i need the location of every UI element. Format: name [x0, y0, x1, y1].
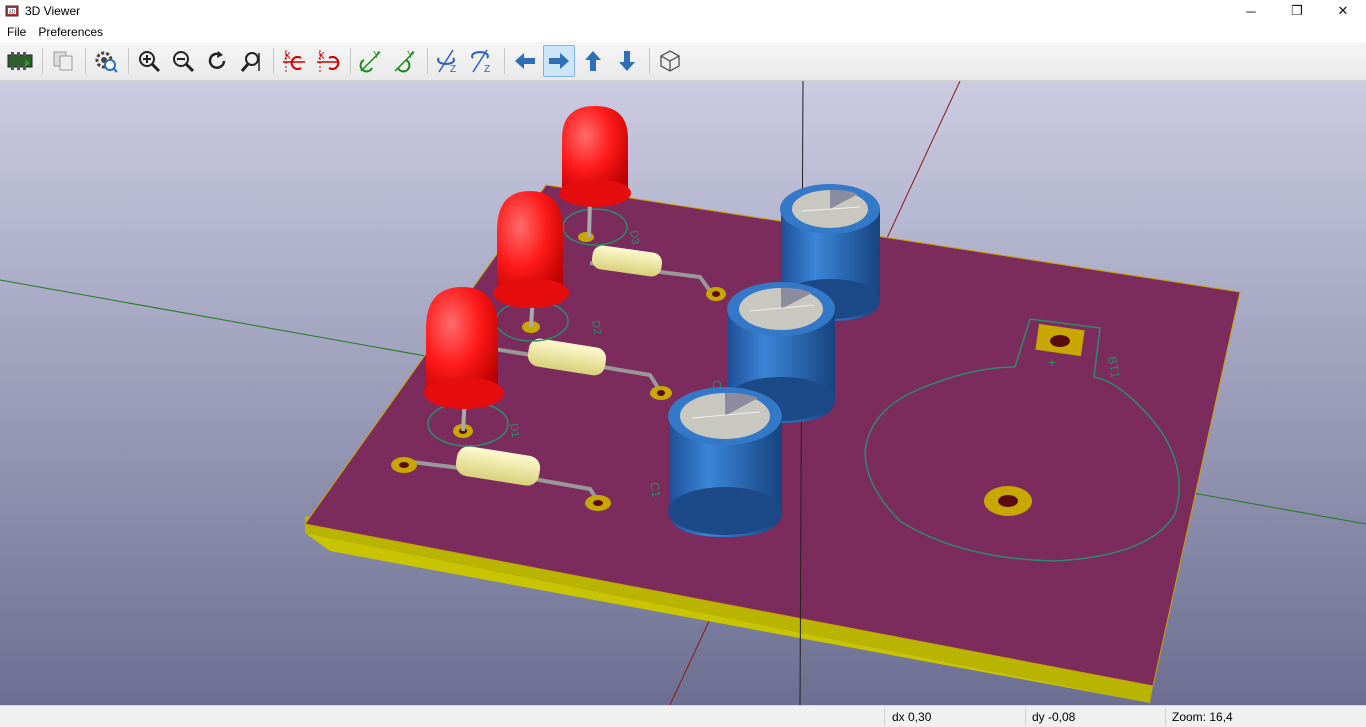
status-separator — [1025, 708, 1026, 726]
menu-file[interactable]: File — [2, 22, 31, 42]
redraw-button[interactable] — [201, 45, 233, 77]
move-left-button[interactable] — [509, 45, 541, 77]
status-dx: dx 0,30 — [892, 710, 932, 724]
menu-bar: File Preferences — [0, 22, 1366, 42]
status-dy: dy -0,08 — [1032, 710, 1076, 724]
toolbar-separator — [128, 48, 129, 74]
toolbar: X X Y Y Z — [0, 42, 1366, 81]
bt1-pad-hole — [1050, 335, 1070, 347]
move-down-button[interactable] — [611, 45, 643, 77]
arrow-right-icon — [549, 53, 569, 69]
rotate-z-cw-button[interactable]: Z — [432, 45, 464, 77]
copy-to-clipboard-button[interactable] — [47, 45, 79, 77]
toolbar-separator — [350, 48, 351, 74]
minimize-button[interactable]: ─ — [1228, 0, 1274, 22]
zoom-fit-button[interactable] — [235, 45, 267, 77]
bt1-plus-label: + — [1048, 354, 1056, 370]
status-separator — [1165, 708, 1166, 726]
arrow-left-icon — [515, 53, 535, 69]
title-bar: 3D 3D Viewer ─ ❐ ✕ — [0, 0, 1366, 22]
rotate-y-ccw-button[interactable]: Y — [389, 45, 421, 77]
status-bar: dx 0,30 dy -0,08 Zoom: 16,4 — [0, 705, 1366, 727]
d2-label: D2 — [589, 319, 603, 335]
d1-label: D1 — [507, 422, 521, 438]
axis-x-letter: X — [284, 51, 291, 62]
axis-x-letter: X — [318, 51, 325, 62]
zoom-out-button[interactable] — [167, 45, 199, 77]
toolbar-separator — [85, 48, 86, 74]
rotate-y-icon: Y — [394, 50, 415, 73]
rotate-y-icon: Y — [359, 50, 381, 73]
reload-board-icon — [7, 52, 33, 70]
ortho-view-button[interactable] — [654, 45, 686, 77]
axis-z-letter: Z — [484, 64, 490, 74]
restore-button[interactable]: ❐ — [1274, 0, 1320, 22]
app-3d-icon: 3D — [5, 5, 19, 17]
window-title: 3D Viewer — [25, 4, 81, 18]
rotate-z-ccw-button[interactable]: Z — [466, 45, 498, 77]
d3-label: D3 — [627, 229, 641, 245]
c1-label: C1 — [647, 481, 664, 499]
rotate-x-icon: X — [317, 50, 340, 72]
3d-scene[interactable]: BT1 + D3 D2 D1 C1 — [0, 81, 1366, 705]
3d-viewport[interactable]: BT1 + D3 D2 D1 C1 — [0, 81, 1366, 705]
reload-board-button[interactable] — [4, 45, 36, 77]
toolbar-separator — [649, 48, 650, 74]
arrow-down-icon — [619, 51, 635, 71]
toolbar-separator — [427, 48, 428, 74]
rotate-x-cw-button[interactable]: X — [278, 45, 310, 77]
bt1-round-pad-hole — [998, 495, 1018, 507]
toolbar-separator — [42, 48, 43, 74]
arrow-up-icon — [585, 51, 601, 71]
redraw-icon — [208, 51, 226, 69]
menu-preferences[interactable]: Preferences — [33, 22, 108, 42]
rotate-z-icon: Z — [471, 49, 490, 74]
move-right-button[interactable] — [543, 45, 575, 77]
settings-icon — [95, 51, 118, 73]
zoom-out-icon — [173, 51, 195, 73]
zoom-in-button[interactable] — [133, 45, 165, 77]
close-button[interactable]: ✕ — [1320, 0, 1366, 22]
copy-icon — [53, 51, 73, 71]
toolbar-separator — [273, 48, 274, 74]
move-up-button[interactable] — [577, 45, 609, 77]
rotate-x-ccw-button[interactable]: X — [312, 45, 344, 77]
axis-z-letter: Z — [450, 64, 456, 74]
zoom-in-icon — [139, 51, 161, 73]
rotate-x-icon: X — [283, 50, 305, 72]
toolbar-separator — [504, 48, 505, 74]
rotate-y-cw-button[interactable]: Y — [355, 45, 387, 77]
settings-button[interactable] — [90, 45, 122, 77]
cube-icon — [660, 50, 680, 72]
rotate-z-icon: Z — [437, 49, 456, 74]
zoom-fit-icon — [240, 52, 260, 72]
status-separator — [884, 708, 885, 726]
status-zoom: Zoom: 16,4 — [1172, 710, 1233, 724]
svg-text:3D: 3D — [9, 10, 16, 16]
